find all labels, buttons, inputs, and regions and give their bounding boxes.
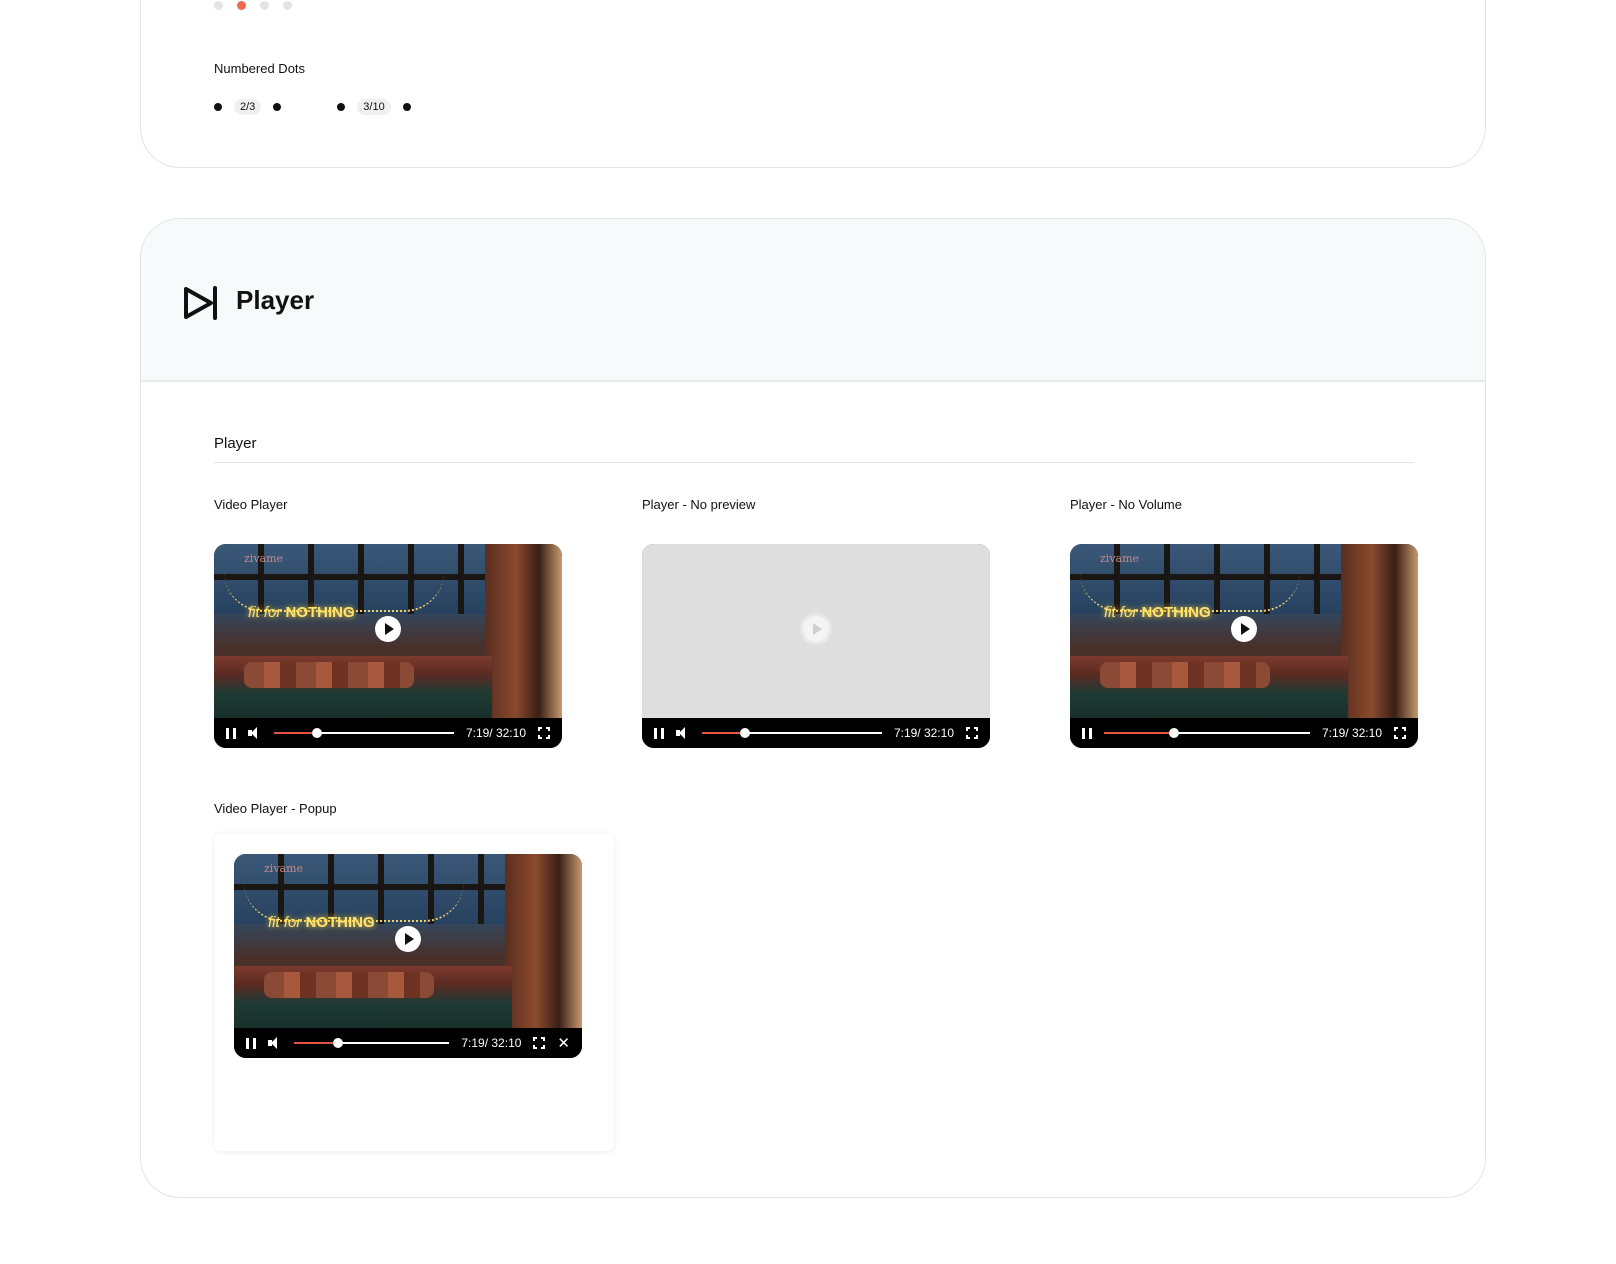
- seek-bar[interactable]: [1104, 728, 1310, 738]
- video-player[interactable]: zivame fit for NOTHING 7:19/ 32:10: [214, 544, 562, 748]
- numbered-dots-group: 3/10: [337, 99, 411, 115]
- popup-container: zivame fit for NOTHING 7:19/ 32:10 ✕: [214, 833, 614, 1151]
- player-controls: 7:19/ 32:10: [642, 718, 990, 748]
- popup-label: Video Player - Popup: [214, 801, 337, 816]
- pagination-dot[interactable]: [260, 1, 269, 10]
- seek-bar[interactable]: [702, 728, 882, 738]
- next-dot[interactable]: [402, 103, 411, 111]
- brand-watermark: zivame: [264, 862, 304, 875]
- pause-icon[interactable]: [226, 727, 236, 739]
- prev-dot[interactable]: [214, 103, 222, 111]
- numbered-dots-label: Numbered Dots: [214, 61, 306, 76]
- fullscreen-icon[interactable]: [1393, 726, 1407, 740]
- play-button[interactable]: [1231, 616, 1257, 642]
- player-no-volume[interactable]: zivame fit for NOTHING 7:19/ 32:10: [1070, 544, 1418, 748]
- play-button[interactable]: [375, 616, 401, 642]
- player-controls: 7:19/ 32:10: [1070, 718, 1418, 748]
- no-preview-label: Player - No preview: [642, 497, 756, 512]
- video-player-label: Video Player: [214, 497, 288, 512]
- seek-bar[interactable]: [274, 728, 454, 738]
- play-skip-icon: [184, 286, 217, 320]
- play-icon: [813, 623, 822, 635]
- video-preview[interactable]: zivame fit for NOTHING: [1070, 544, 1418, 718]
- volume-icon[interactable]: [248, 727, 262, 739]
- numbered-dots-row: 2/3 3/10: [214, 99, 467, 115]
- close-icon[interactable]: ✕: [557, 1036, 570, 1051]
- play-icon: [405, 933, 414, 945]
- divider: [214, 462, 1414, 463]
- pause-icon[interactable]: [654, 727, 664, 739]
- brand-watermark: zivame: [1100, 552, 1140, 565]
- pagination-dot[interactable]: [214, 1, 223, 10]
- no-volume-label: Player - No Volume: [1070, 497, 1182, 512]
- play-icon: [385, 623, 394, 635]
- volume-icon[interactable]: [268, 1037, 282, 1049]
- time-display: 7:19/ 32:10: [893, 726, 954, 740]
- neon-sign: fit for NOTHING: [1104, 604, 1211, 621]
- player-controls: 7:19/ 32:10 ✕: [234, 1028, 582, 1058]
- section-header: Player: [141, 219, 1485, 382]
- player-section-card: Player Player Video Player zivame fit fo…: [140, 218, 1486, 1198]
- video-preview[interactable]: zivame fit for NOTHING: [234, 854, 582, 1028]
- pause-icon[interactable]: [1082, 727, 1092, 739]
- brand-watermark: zivame: [244, 552, 284, 565]
- numbered-dots-group: 2/3: [214, 99, 282, 115]
- play-button[interactable]: [803, 616, 829, 642]
- fullscreen-icon[interactable]: [965, 726, 979, 740]
- popup-video-player[interactable]: zivame fit for NOTHING 7:19/ 32:10 ✕: [234, 854, 582, 1058]
- prev-dot[interactable]: [337, 103, 346, 111]
- player-controls: 7:19/ 32:10: [214, 718, 562, 748]
- fullscreen-icon[interactable]: [537, 726, 551, 740]
- volume-icon[interactable]: [676, 727, 690, 739]
- video-placeholder[interactable]: [642, 544, 990, 718]
- video-preview[interactable]: zivame fit for NOTHING: [214, 544, 562, 718]
- neon-sign: fit for NOTHING: [268, 914, 375, 931]
- time-display: 7:19/ 32:10: [461, 1036, 522, 1050]
- page-counter: 3/10: [357, 99, 391, 115]
- section-title: Player: [236, 285, 315, 315]
- seek-bar[interactable]: [294, 1038, 450, 1048]
- play-button[interactable]: [395, 926, 421, 952]
- pagination-dots: [214, 1, 292, 10]
- time-display: 7:19/ 32:10: [1321, 726, 1382, 740]
- fullscreen-icon[interactable]: [532, 1036, 547, 1050]
- pagination-dot[interactable]: [283, 1, 292, 10]
- time-display: 7:19/ 32:10: [465, 726, 526, 740]
- neon-sign: fit for NOTHING: [248, 604, 355, 621]
- subsection-title: Player: [214, 435, 257, 452]
- next-dot[interactable]: [273, 103, 282, 111]
- play-icon: [1241, 623, 1250, 635]
- pause-icon[interactable]: [246, 1037, 256, 1049]
- pagination-dot-active[interactable]: [237, 1, 246, 10]
- carousel-dots-card: Numbered Dots 2/3 3/10: [140, 0, 1486, 168]
- page-counter: 2/3: [234, 99, 262, 115]
- player-no-preview[interactable]: 7:19/ 32:10: [642, 544, 990, 748]
